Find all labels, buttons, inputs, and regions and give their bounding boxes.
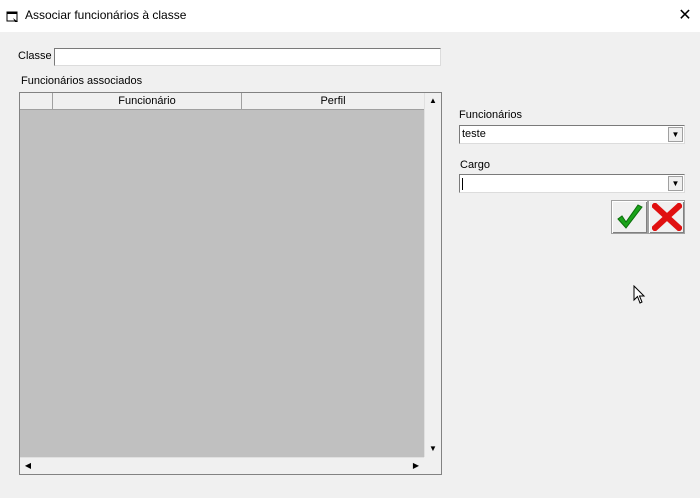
title-bar: Associar funcionários à classe ✕ xyxy=(0,0,700,32)
checkmark-icon xyxy=(617,204,643,229)
grid-body xyxy=(20,110,424,457)
grid-header: Funcionário Perfil xyxy=(20,93,424,110)
associados-grid[interactable]: Funcionário Perfil ▲ ▼ ◀ ▶ xyxy=(19,92,442,475)
arrow-left-icon: ◀ xyxy=(24,461,32,470)
associados-label: Funcionários associados xyxy=(21,75,143,87)
grid-vertical-scrollbar[interactable]: ▲ ▼ xyxy=(424,93,441,457)
funcionarios-selected: teste xyxy=(462,128,486,140)
chevron-down-icon: ▼ xyxy=(671,130,680,139)
close-button[interactable]: ✕ xyxy=(670,0,700,32)
cancel-button[interactable] xyxy=(648,200,685,234)
grid-horizontal-scrollbar[interactable]: ◀ ▶ xyxy=(20,457,424,474)
scroll-up-button[interactable]: ▲ xyxy=(425,93,441,109)
grid-header-funcionario[interactable]: Funcionário xyxy=(53,93,242,109)
scroll-right-button[interactable]: ▶ xyxy=(408,458,424,474)
form-icon xyxy=(6,11,18,22)
chevron-down-icon: ▼ xyxy=(671,179,680,188)
text-caret xyxy=(462,178,463,190)
funcionarios-dropdown-button[interactable]: ▼ xyxy=(668,127,683,142)
cargo-select[interactable]: ▼ xyxy=(459,174,685,193)
arrow-up-icon: ▲ xyxy=(429,96,437,105)
cargo-dropdown-button[interactable]: ▼ xyxy=(668,176,683,191)
window-title: Associar funcionários à classe xyxy=(25,8,187,22)
classe-label: Classe xyxy=(18,50,52,62)
close-icon: ✕ xyxy=(678,7,692,24)
mouse-cursor-icon xyxy=(633,285,646,304)
x-icon xyxy=(652,203,682,231)
classe-input[interactable] xyxy=(54,48,441,66)
cargo-label: Cargo xyxy=(460,159,490,171)
arrow-right-icon: ▶ xyxy=(412,461,420,470)
scrollbar-corner xyxy=(424,457,441,474)
grid-header-selector[interactable] xyxy=(20,93,53,109)
scroll-down-button[interactable]: ▼ xyxy=(425,441,441,457)
funcionarios-label: Funcionários xyxy=(459,109,522,121)
grid-header-perfil[interactable]: Perfil xyxy=(242,93,424,109)
scroll-left-button[interactable]: ◀ xyxy=(20,458,36,474)
funcionarios-select[interactable]: teste ▼ xyxy=(459,125,685,144)
confirm-button[interactable] xyxy=(611,200,648,234)
arrow-down-icon: ▼ xyxy=(429,444,437,453)
